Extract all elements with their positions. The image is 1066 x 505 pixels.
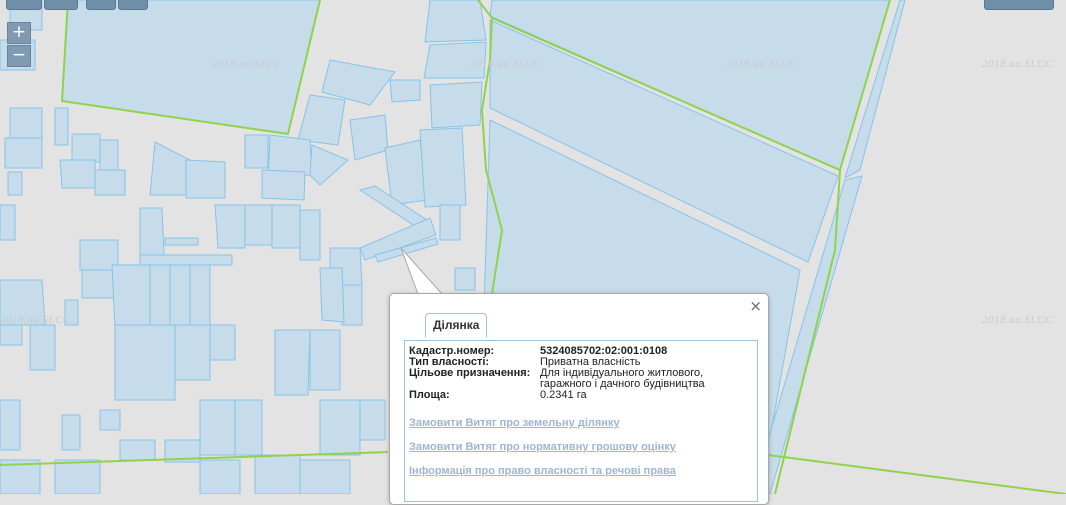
order-extract-valuation-link[interactable]: Замовити Витяг про нормативну грошову оц… xyxy=(409,441,676,453)
order-extract-parcel-link[interactable]: Замовити Витяг про земельну ділянку xyxy=(409,417,620,429)
ownership-rights-info-link[interactable]: Інформація про право власності та речові… xyxy=(409,465,676,477)
field-area: Площа: 0.2341 га xyxy=(409,390,740,401)
parcel-attributes: Кадастр.номер: 5324085702:02:001:0108 Ти… xyxy=(409,346,740,401)
tab-parcel[interactable]: Ділянка xyxy=(425,313,488,338)
close-icon[interactable]: × xyxy=(749,299,762,314)
field-label: Площа: xyxy=(409,389,450,401)
field-value: 0.2341 га xyxy=(540,389,587,401)
field-value: Для індивідуального житлового, гаражного… xyxy=(540,367,705,390)
parcel-info-panel: Кадастр.номер: 5324085702:02:001:0108 Ти… xyxy=(404,340,758,502)
field-purpose: Цільове призначення: Для індивідуального… xyxy=(409,368,740,390)
field-label: Цільове призначення: xyxy=(409,367,531,379)
parcel-info-popup: × Ділянка Кадастр.номер: 5324085702:02:0… xyxy=(389,293,769,505)
